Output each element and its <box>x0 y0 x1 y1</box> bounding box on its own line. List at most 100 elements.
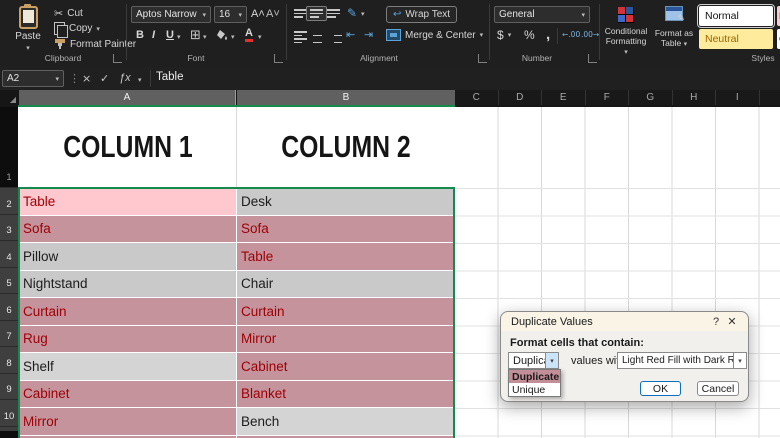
bold-button[interactable]: B <box>136 29 144 41</box>
select-all-button[interactable]: ◢ <box>0 90 18 105</box>
grow-font-button[interactable]: A˄ <box>251 8 265 20</box>
row-header-5[interactable]: 5 <box>0 267 18 294</box>
cell-a7[interactable]: Rug <box>19 325 236 352</box>
name-box[interactable]: A2 ▾ <box>2 70 64 87</box>
cell-a4[interactable]: Pillow <box>19 243 236 270</box>
copy-button[interactable]: Copy ▾ <box>54 22 100 38</box>
row-header-8[interactable]: 8 <box>0 347 18 374</box>
cell-b4[interactable]: Table <box>237 243 454 270</box>
font-color-chevron-icon[interactable]: ▾ <box>258 33 262 41</box>
dialog-close-button[interactable]: ✕ <box>724 315 740 328</box>
column-header-e[interactable]: E <box>542 90 586 105</box>
font-color-button[interactable]: A <box>245 28 253 42</box>
column-header-f[interactable]: F <box>585 90 629 105</box>
cut-button[interactable]: ✂ Cut <box>54 7 83 20</box>
percent-style-button[interactable]: % <box>524 28 535 42</box>
cell-a1[interactable]: COLUMN 1 <box>19 107 236 187</box>
ok-button[interactable]: OK <box>640 381 681 396</box>
column-header-b[interactable]: B <box>237 90 455 105</box>
accounting-format-button[interactable]: $ ▾ <box>497 28 511 42</box>
cell-a8[interactable]: Shelf <box>19 353 236 380</box>
formula-input[interactable]: Table <box>156 71 184 83</box>
format-as-table-button[interactable]: Format as Table ▾ <box>653 6 695 48</box>
increase-decimal-button[interactable]: ←.00 <box>562 30 580 39</box>
cell-b8[interactable]: Cabinet <box>237 353 454 380</box>
cell-style-neutral[interactable]: Neutral <box>699 29 773 49</box>
row-header-1[interactable]: 1 <box>0 107 18 188</box>
column-header-d[interactable]: D <box>498 90 542 105</box>
formula-bar-chevron-icon[interactable]: ▾ <box>138 76 142 84</box>
comma-style-button[interactable]: , <box>546 26 550 43</box>
dialog-titlebar[interactable]: Duplicate Values ? ✕ <box>501 312 748 331</box>
column-header-a[interactable]: A <box>19 90 236 105</box>
row-header-3[interactable]: 3 <box>0 214 18 241</box>
format-painter-button[interactable]: Format Painter <box>54 38 136 50</box>
number-format-combo[interactable]: General ▾ <box>494 6 590 23</box>
font-name-combo[interactable]: Aptos Narrow ▾ <box>131 6 211 23</box>
cell-a3[interactable]: Sofa <box>19 215 236 242</box>
row-header-4[interactable]: 4 <box>0 241 18 268</box>
increase-indent-button[interactable]: ⇥ <box>364 28 373 41</box>
fill-color-button[interactable] <box>216 29 229 44</box>
cell-b10[interactable]: Bench <box>237 408 454 435</box>
font-size-combo[interactable]: 16 ▾ <box>214 6 247 23</box>
underline-chevron-icon[interactable]: ▾ <box>177 33 181 41</box>
cell-a2[interactable]: Table <box>19 188 236 215</box>
font-dialog-launcher[interactable] <box>274 54 283 63</box>
column-header-c[interactable]: C <box>455 90 499 105</box>
combo-chevron-icon[interactable]: ▾ <box>733 353 746 368</box>
duplicate-type-combo[interactable]: Duplicate ▾ <box>508 352 559 369</box>
borders-button[interactable]: ⊞ <box>190 28 201 43</box>
paste-button[interactable]: Paste ▾ <box>8 4 48 52</box>
conditional-formatting-button[interactable]: Conditional Formatting ▾ <box>604 6 648 56</box>
decrease-decimal-button[interactable]: .00→ <box>581 30 599 39</box>
row-header-7[interactable]: 7 <box>0 320 18 347</box>
number-dialog-launcher[interactable] <box>588 54 597 63</box>
dropdown-option-duplicate[interactable]: Duplicate <box>509 370 560 383</box>
align-right-button[interactable] <box>326 29 345 45</box>
cell-b6[interactable]: Curtain <box>237 298 454 325</box>
underline-button[interactable]: U <box>166 29 174 41</box>
decrease-indent-button[interactable]: ⇤ <box>346 28 355 41</box>
confirm-entry-button[interactable]: ✓ <box>100 72 109 85</box>
shrink-font-button[interactable]: A˅ <box>266 8 280 20</box>
column-header-i[interactable]: I <box>716 90 760 105</box>
cell-b2[interactable]: Desk <box>237 188 454 215</box>
row-header-11-partial[interactable] <box>0 426 18 431</box>
combo-chevron-icon[interactable]: ▾ <box>545 353 558 368</box>
format-style-combo[interactable]: Light Red Fill with Dark Red Text ▾ <box>617 352 747 369</box>
fill-color-chevron-icon[interactable]: ▾ <box>231 33 235 41</box>
cell-b7[interactable]: Mirror <box>237 325 454 352</box>
row-header-9[interactable]: 9 <box>0 373 18 400</box>
align-bottom-button[interactable] <box>324 7 343 20</box>
insert-function-button[interactable]: ƒx <box>119 72 131 84</box>
column-header-g[interactable]: G <box>629 90 673 105</box>
italic-button[interactable]: I <box>152 29 155 41</box>
dropdown-option-unique[interactable]: Unique <box>509 383 560 396</box>
align-center-button[interactable] <box>308 29 327 45</box>
cell-style-normal[interactable]: Normal <box>697 4 775 28</box>
borders-chevron-icon[interactable]: ▾ <box>203 33 207 41</box>
cancel-entry-button[interactable]: × <box>82 72 91 85</box>
clipboard-dialog-launcher[interactable] <box>113 54 122 63</box>
cell-b3[interactable]: Sofa <box>237 215 454 242</box>
row-header-2[interactable]: 2 <box>0 188 18 215</box>
column-header-j-partial[interactable] <box>759 90 780 105</box>
cell-a10[interactable]: Mirror <box>19 408 236 435</box>
orientation-button[interactable]: ✎ <box>347 6 357 20</box>
dialog-help-button[interactable]: ? <box>708 316 724 328</box>
cell-a5[interactable]: Nightstand <box>19 270 236 297</box>
row-header-10[interactable]: 10 <box>0 400 18 427</box>
cell-a6[interactable]: Curtain <box>19 298 236 325</box>
cell-b9[interactable]: Blanket <box>237 380 454 407</box>
row-header-6[interactable]: 6 <box>0 294 18 321</box>
alignment-dialog-launcher[interactable] <box>478 54 487 63</box>
orientation-chevron-icon[interactable]: ▾ <box>361 10 365 18</box>
cancel-button[interactable]: Cancel <box>697 381 739 396</box>
wrap-text-button[interactable]: ↩ Wrap Text <box>386 6 458 23</box>
cell-a9[interactable]: Cabinet <box>19 380 236 407</box>
column-header-h[interactable]: H <box>672 90 716 105</box>
cell-b5[interactable]: Chair <box>237 270 454 297</box>
merge-center-button[interactable]: Merge & Center ▾ <box>386 29 483 41</box>
cell-b1[interactable]: COLUMN 2 <box>237 107 455 187</box>
